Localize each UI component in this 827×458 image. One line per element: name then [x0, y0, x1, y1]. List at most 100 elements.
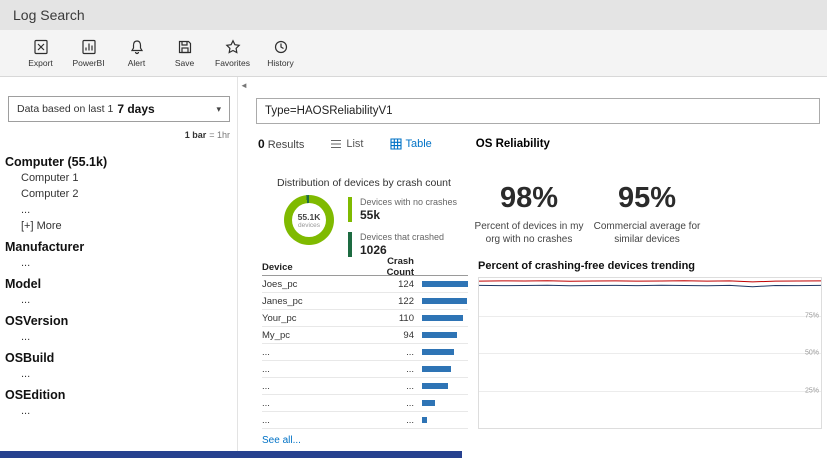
legend-value: 1026 — [360, 243, 457, 257]
crash-count-bar — [422, 366, 451, 372]
favorites-button[interactable]: Favorites — [210, 39, 255, 68]
trend-series-line — [479, 281, 821, 282]
crash-count-bar-cell — [414, 349, 468, 355]
view-title: OS Reliability — [476, 138, 550, 150]
device-cell: Janes_pc — [262, 296, 362, 307]
facet-item[interactable]: ... — [5, 366, 233, 382]
crash-count-cell: ... — [362, 347, 414, 358]
save-button[interactable]: Save — [162, 39, 207, 68]
crash-count-bar-cell — [414, 417, 468, 423]
tab-table-label: Table — [406, 138, 432, 150]
table-row[interactable]: Janes_pc122 — [262, 293, 468, 310]
facet-group-label[interactable]: OSVersion — [5, 313, 233, 329]
crash-count-bar — [422, 400, 435, 406]
device-cell: Joes_pc — [262, 279, 362, 290]
crash-count-cell: 122 — [362, 296, 414, 307]
stat-commercial-average: 95% Commercial average for similar devic… — [586, 182, 708, 246]
y-tick-label: 50% — [805, 350, 819, 357]
facet-item[interactable]: ... — [5, 202, 233, 218]
crash-count-cell: ... — [362, 364, 414, 375]
facet-group-label[interactable]: OSEdition — [5, 387, 233, 403]
y-tick-label: 75% — [805, 312, 819, 319]
table-row[interactable]: My_pc94 — [262, 327, 468, 344]
facet-item[interactable]: ... — [5, 403, 233, 419]
powerbi-label: PowerBI — [72, 58, 104, 68]
device-cell: ... — [262, 364, 362, 375]
device-cell: Your_pc — [262, 313, 362, 324]
crash-count-bar-cell — [414, 281, 468, 287]
crash-count-cell: ... — [362, 398, 414, 409]
crash-count-bar — [422, 349, 454, 355]
device-cell: ... — [262, 381, 362, 392]
facet-item[interactable]: Computer 2 — [5, 186, 233, 202]
crash-count-cell: 94 — [362, 330, 414, 341]
history-button[interactable]: History — [258, 39, 303, 68]
legend-value: 55k — [360, 208, 457, 222]
time-range-prefix: Data based on last 1 — [17, 103, 113, 115]
trend-series-line — [479, 285, 821, 287]
stat-value: 95% — [586, 182, 708, 215]
donut-chart: 55.1K devices — [284, 195, 334, 245]
crash-count-cell: 110 — [362, 313, 414, 324]
table-row[interactable]: ...... — [262, 395, 468, 412]
device-crash-table: Device Crash Count Joes_pc124Janes_pc122… — [262, 259, 468, 446]
facet-item[interactable]: [+] More — [5, 218, 233, 234]
facet-item[interactable]: ... — [5, 329, 233, 345]
trend-lines — [479, 278, 821, 428]
table-row[interactable]: Your_pc110 — [262, 310, 468, 327]
favorites-label: Favorites — [215, 58, 250, 68]
crash-count-cell: 124 — [362, 279, 414, 290]
device-cell: ... — [262, 415, 362, 426]
search-query-input[interactable] — [256, 98, 820, 124]
bar-scale-rest: = 1hr — [209, 130, 230, 140]
legend-entry-crashed: Devices that crashed 1026 — [348, 232, 457, 257]
facet-item[interactable]: Computer 1 — [5, 170, 233, 186]
tab-table[interactable]: Table — [390, 138, 432, 150]
facet-list: Computer (55.1k)Computer 1Computer 2...[… — [5, 149, 233, 419]
alert-button[interactable]: Alert — [114, 39, 159, 68]
see-all-link[interactable]: See all... — [262, 435, 468, 446]
facet-group-label[interactable]: Computer (55.1k) — [5, 154, 233, 170]
crash-count-bar-cell — [414, 400, 468, 406]
table-row[interactable]: ...... — [262, 412, 468, 429]
results-count-label: Results — [268, 139, 305, 151]
results-bar: 0Results List Table OS Reliability — [258, 137, 550, 151]
crash-count-cell: ... — [362, 415, 414, 426]
table-row[interactable]: ...... — [262, 378, 468, 395]
tab-list[interactable]: List — [330, 138, 363, 150]
facet-group-label[interactable]: OSBuild — [5, 350, 233, 366]
trend-chart: 75%50%25% — [478, 277, 822, 429]
crash-count-bar-cell — [414, 332, 468, 338]
crash-count-bar — [422, 298, 467, 304]
bar-scale-note: 1 bar= 1hr — [8, 130, 230, 140]
history-label: History — [267, 58, 293, 68]
facet-group-label[interactable]: Manufacturer — [5, 239, 233, 255]
horizontal-scrollbar-thumb[interactable] — [0, 451, 462, 458]
powerbi-icon — [81, 39, 97, 55]
device-cell: ... — [262, 347, 362, 358]
export-button[interactable]: Export — [18, 39, 63, 68]
table-row[interactable]: ...... — [262, 361, 468, 378]
stat-caption: Commercial average for similar devices — [586, 220, 708, 246]
stat-caption: Percent of devices in my org with no cra… — [468, 220, 590, 246]
facet-item[interactable]: ... — [5, 292, 233, 308]
donut-center-value: 55.1K — [298, 212, 321, 222]
crash-count-bar — [422, 383, 448, 389]
time-range-dropdown[interactable]: Data based on last 1 7 days ▾ — [8, 96, 230, 122]
table-grid-icon — [390, 138, 402, 150]
table-row[interactable]: Joes_pc124 — [262, 276, 468, 293]
list-icon — [330, 138, 342, 150]
powerbi-button[interactable]: PowerBI — [66, 39, 111, 68]
column-header-crash-count: Crash Count — [362, 256, 414, 278]
facet-item[interactable]: ... — [5, 255, 233, 271]
chevron-down-icon: ▾ — [216, 104, 221, 115]
crash-count-bar-cell — [414, 366, 468, 372]
tab-list-label: List — [346, 138, 363, 150]
facet-group-label[interactable]: Model — [5, 276, 233, 292]
history-icon — [273, 39, 289, 55]
crash-count-bar — [422, 281, 468, 287]
bell-icon — [129, 39, 145, 55]
save-label: Save — [175, 58, 194, 68]
table-row[interactable]: ...... — [262, 344, 468, 361]
collapse-panel-icon[interactable]: ◄ — [240, 81, 248, 90]
